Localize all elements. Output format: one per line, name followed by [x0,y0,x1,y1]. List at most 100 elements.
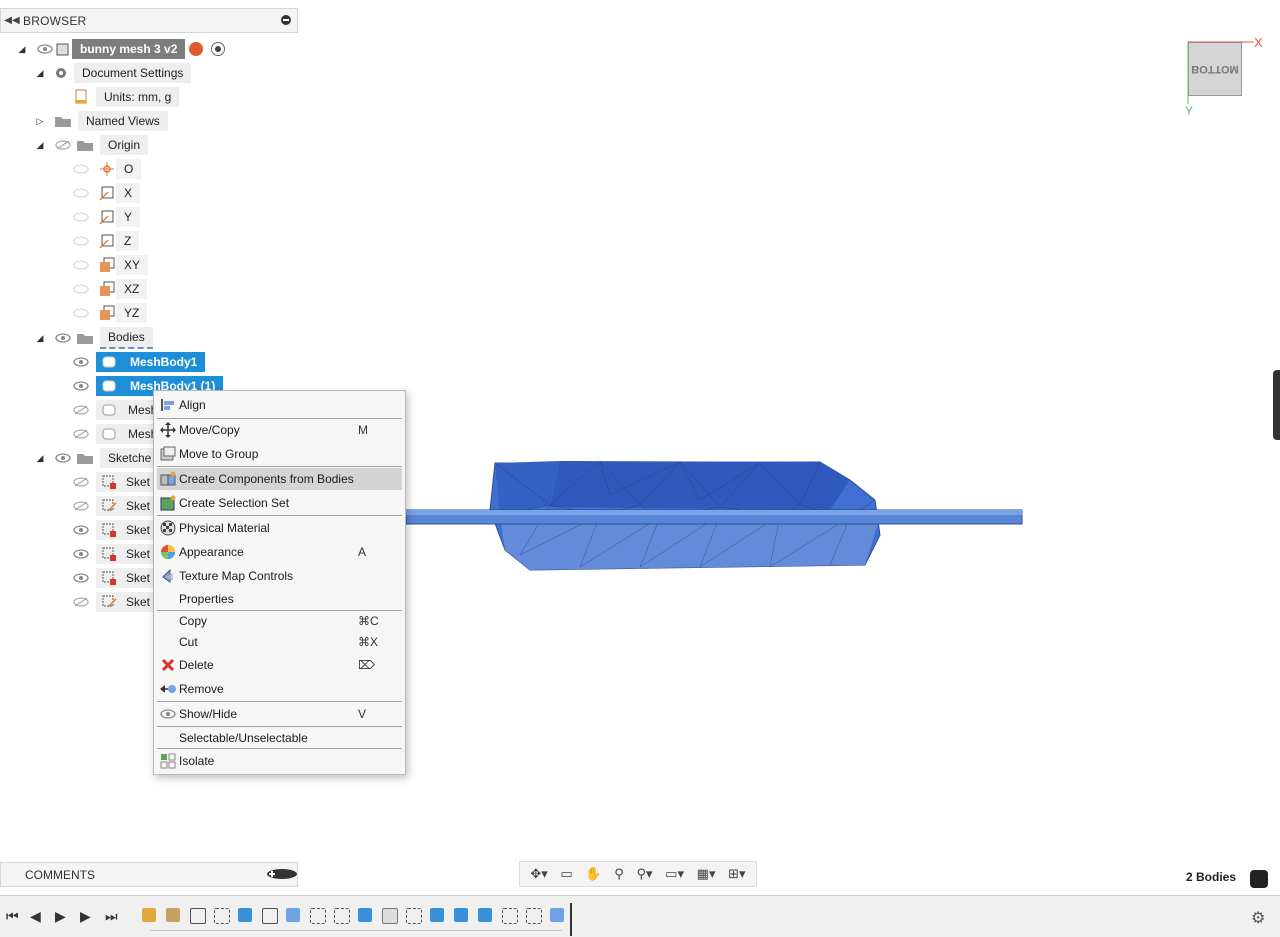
expand-icon[interactable]: ◢ [16,44,28,55]
timeline-feature-icon[interactable] [190,908,206,924]
sketch-item[interactable]: Sket [96,472,159,492]
timeline-feature-icon[interactable] [142,908,156,922]
hidden-eye-icon[interactable] [54,139,72,151]
origin-yz-label[interactable]: YZ [116,303,148,323]
menu-properties[interactable]: Properties [157,588,402,610]
timeline-marker[interactable] [570,903,572,936]
menu-delete[interactable]: Delete ⌦ [157,654,402,676]
minimize-browser-button[interactable] [275,14,297,28]
tree-sketch-item[interactable]: Sket [72,519,159,541]
mesh-model-viewport[interactable] [400,455,1030,580]
menu-copy[interactable]: Copy ⌘C [157,610,402,632]
tree-body-item[interactable]: MeshBody1 [72,351,206,373]
timeline-feature-icon[interactable] [286,908,300,922]
gear-icon[interactable]: ⚙ [1251,908,1265,928]
timeline-feature-icon[interactable] [478,908,492,922]
tree-origin-item[interactable]: XZ [72,278,148,300]
meshbody1-item[interactable]: MeshBody1 [96,352,206,372]
hidden-eye-icon[interactable] [72,307,90,319]
menu-selectable[interactable]: Selectable/Unselectable [157,727,402,749]
timeline-feature-icon[interactable] [238,908,252,922]
menu-isolate[interactable]: Isolate [157,750,402,772]
hidden-eye-icon[interactable] [72,235,90,247]
sketches-label[interactable]: Sketche [100,448,160,468]
pan-icon[interactable]: ✋ [585,866,601,882]
timeline-feature-icon[interactable] [526,908,542,924]
timeline-feature-icon[interactable] [310,908,326,924]
sketch-item[interactable]: Sket [96,544,159,564]
side-panel-handle[interactable] [1273,370,1280,440]
origin-o-label[interactable]: O [116,159,142,179]
document-settings-label[interactable]: Document Settings [74,63,192,83]
timeline-feature-icon[interactable] [406,908,422,924]
menu-cut[interactable]: Cut ⌘X [157,631,402,653]
add-comment-button[interactable] [267,868,297,882]
tree-sketch-item[interactable]: Sket [72,543,159,565]
menu-physical-material[interactable]: Physical Material [157,517,402,539]
eye-icon[interactable] [72,572,90,584]
hidden-eye-icon[interactable] [72,187,90,199]
timeline-feature-icon[interactable] [262,908,278,924]
timeline-feature-icon[interactable] [214,908,230,924]
hidden-eye-icon[interactable] [72,500,90,512]
sketch-item[interactable]: Sket [96,592,159,612]
tree-sketch-item[interactable]: Sket [72,591,159,613]
eye-icon[interactable] [54,452,72,464]
skip-start-icon[interactable]: ⏮ [6,908,19,925]
display-settings-icon[interactable]: ▭▾ [665,866,684,882]
menu-create-components[interactable]: Create Components from Bodies [157,468,402,490]
menu-show-hide[interactable]: Show/Hide V [157,703,402,725]
tree-origin-item[interactable]: O [72,158,142,180]
menu-remove[interactable]: Remove [157,678,402,700]
pencil-icon[interactable] [1250,870,1268,888]
viewports-icon[interactable]: ⊞▾ [728,866,745,882]
hidden-eye-icon[interactable] [72,163,90,175]
eye-icon[interactable] [72,380,90,392]
step-back-icon[interactable]: ◀ [30,908,41,925]
expand-icon[interactable]: ◢ [34,453,46,464]
hidden-eye-icon[interactable] [72,596,90,608]
eye-icon[interactable] [54,332,72,344]
sketch-item[interactable]: Sket [96,568,159,588]
tree-origin-item[interactable]: XY [72,254,149,276]
timeline-feature-icon[interactable] [334,908,350,924]
grid-icon[interactable]: ▦▾ [697,866,716,882]
eye-icon[interactable] [36,43,54,55]
tree-body-item[interactable]: Mesh [72,423,166,445]
timeline-feature-icon[interactable] [454,908,468,922]
expand-icon[interactable]: ▷ [34,116,46,127]
eye-icon[interactable] [72,524,90,536]
step-forward-icon[interactable]: ▶ [80,908,91,925]
root-component-label[interactable]: bunny mesh 3 v2 [72,39,186,59]
tree-origin-item[interactable]: YZ [72,302,148,324]
units-label[interactable]: Units: mm, g [96,87,180,107]
tree-sketch-item[interactable]: Sket [72,567,159,589]
skip-end-icon[interactable]: ⏭ [105,908,118,925]
tree-origin-item[interactable]: X [72,182,141,204]
tree-sketch-item[interactable]: Sket [72,471,159,493]
timeline-feature-icon[interactable] [358,908,372,922]
hidden-eye-icon[interactable] [72,404,90,416]
tree-named-views[interactable]: ▷ Named Views [34,110,168,132]
hidden-eye-icon[interactable] [72,428,90,440]
menu-move-copy[interactable]: Move/Copy M [157,419,402,441]
bodies-label[interactable]: Bodies [100,327,153,349]
origin-label[interactable]: Origin [100,135,149,155]
tree-units[interactable]: Units: mm, g [72,86,180,108]
hidden-eye-icon[interactable] [72,476,90,488]
timeline-feature-icon[interactable] [382,908,398,924]
menu-create-selection-set[interactable]: Create Selection Set [157,492,402,514]
play-icon[interactable]: ▶ [55,908,66,925]
tree-origin[interactable]: ◢ Origin [34,134,149,156]
tree-bodies[interactable]: ◢ Bodies [34,327,153,349]
fit-icon[interactable]: ⚲▾ [636,866,652,882]
activate-radio-icon[interactable] [211,42,226,56]
menu-move-to-group[interactable]: Move to Group [157,443,402,465]
tree-origin-item[interactable]: Z [72,230,140,252]
timeline-feature-icon[interactable] [502,908,518,924]
origin-y-label[interactable]: Y [116,207,141,227]
origin-xz-label[interactable]: XZ [116,279,148,299]
sketch-item[interactable]: Sket [96,520,159,540]
origin-x-label[interactable]: X [116,183,141,203]
origin-xy-label[interactable]: XY [116,255,149,275]
